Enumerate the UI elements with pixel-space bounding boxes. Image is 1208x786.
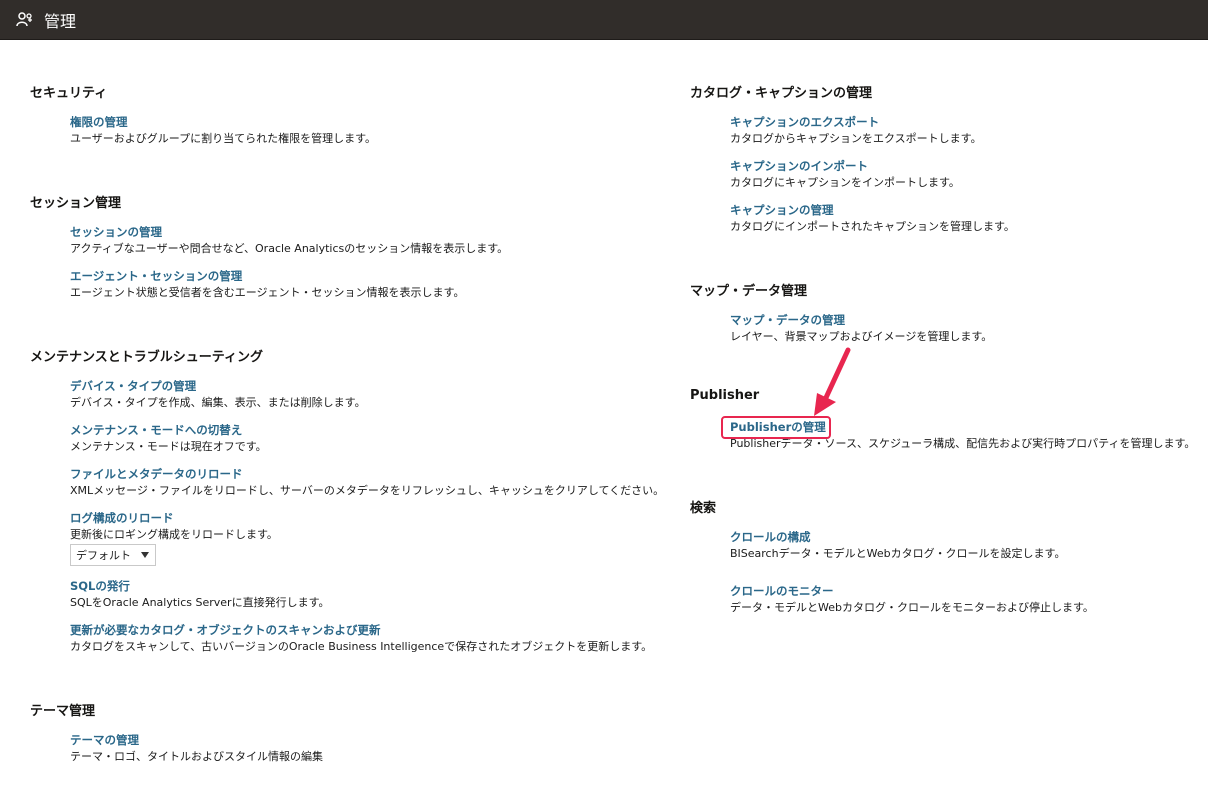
- entry-theme-management: テーマの管理 テーマ・ロゴ、タイトルおよびスタイル情報の編集: [70, 732, 323, 765]
- desc-map-data-management: レイヤー、背景マップおよびイメージを管理します。: [730, 330, 993, 343]
- entry-session-management: セッションの管理 アクティブなユーザーや問合せなど、Oracle Analyti…: [70, 224, 508, 257]
- link-manage-captions[interactable]: キャプションの管理: [730, 202, 1015, 218]
- section-title-map-data: マップ・データ管理: [690, 284, 808, 299]
- desc-import-captions: カタログにキャプションをインポートします。: [730, 176, 960, 189]
- entry-scan-catalog: 更新が必要なカタログ・オブジェクトのスキャンおよび更新 カタログをスキャンして、…: [70, 622, 652, 655]
- desc-scan-catalog: カタログをスキャンして、古いバージョンのOracle Business Inte…: [70, 640, 653, 653]
- link-crawl-config[interactable]: クロールの構成: [730, 529, 1065, 545]
- link-session-management[interactable]: セッションの管理: [70, 224, 508, 240]
- entry-map-data-management: マップ・データの管理 レイヤー、背景マップおよびイメージを管理します。: [730, 312, 992, 345]
- link-agent-session[interactable]: エージェント・セッションの管理: [70, 268, 464, 284]
- link-reload-log-config[interactable]: ログ構成のリロード: [70, 510, 278, 526]
- link-issue-sql[interactable]: SQLの発行: [70, 578, 329, 594]
- entry-maintenance-mode: メンテナンス・モードへの切替え メンテナンス・モードは現在オフです。: [70, 422, 267, 455]
- desc-reload-metadata: XMLメッセージ・ファイルをリロードし、サーバーのメタデータをリフレッシュし、キ…: [70, 484, 665, 497]
- link-scan-catalog[interactable]: 更新が必要なカタログ・オブジェクトのスキャンおよび更新: [70, 622, 652, 638]
- section-title-session: セッション管理: [30, 196, 122, 211]
- page-title: 管理: [44, 11, 77, 31]
- desc-theme-management: テーマ・ロゴ、タイトルおよびスタイル情報の編集: [70, 750, 323, 763]
- link-device-types[interactable]: デバイス・タイプの管理: [70, 378, 366, 394]
- desc-manage-captions: カタログにインポートされたキャプションを管理します。: [730, 220, 1015, 233]
- entry-crawl-monitor: クロールのモニター データ・モデルとWebカタログ・クロールをモニターおよび停止…: [730, 583, 1094, 616]
- entry-crawl-config: クロールの構成 BISearchデータ・モデルとWebカタログ・クロールを設定し…: [730, 529, 1065, 562]
- desc-agent-session: エージェント状態と受信者を含むエージェント・セッション情報を表示します。: [70, 286, 465, 299]
- section-title-maintenance: メンテナンスとトラブルシューティング: [30, 350, 263, 365]
- desc-maintenance-mode: メンテナンス・モードは現在オフです。: [70, 440, 267, 453]
- link-maintenance-mode[interactable]: メンテナンス・モードへの切替え: [70, 422, 267, 438]
- link-reload-metadata[interactable]: ファイルとメタデータのリロード: [70, 466, 664, 482]
- desc-session-management: アクティブなユーザーや問合せなど、Oracle Analyticsのセッション情…: [70, 242, 509, 255]
- annotation-highlight-box: [721, 416, 831, 439]
- section-title-catalog-captions: カタログ・キャプションの管理: [690, 86, 873, 101]
- link-export-captions[interactable]: キャプションのエクスポート: [730, 114, 982, 130]
- log-level-select[interactable]: デフォルト: [70, 544, 156, 566]
- entry-reload-metadata: ファイルとメタデータのリロード XMLメッセージ・ファイルをリロードし、サーバー…: [70, 466, 664, 499]
- top-header-bar: 管理: [0, 0, 1208, 40]
- desc-reload-log-config: 更新後にロギング構成をリロードします。: [70, 528, 278, 541]
- desc-crawl-config: BISearchデータ・モデルとWebカタログ・クロールを設定します。: [730, 547, 1066, 560]
- section-title-search: 検索: [690, 501, 717, 516]
- link-import-captions[interactable]: キャプションのインポート: [730, 158, 960, 174]
- desc-issue-sql: SQLをOracle Analytics Serverに直接発行します。: [70, 596, 330, 609]
- entry-privilege-management: 権限の管理 ユーザーおよびグループに割り当てられた権限を管理します。: [70, 114, 376, 147]
- link-map-data-management[interactable]: マップ・データの管理: [730, 312, 992, 328]
- chevron-down-icon: [141, 552, 149, 558]
- log-level-select-value: デフォルト: [76, 549, 131, 562]
- entry-issue-sql: SQLの発行 SQLをOracle Analytics Serverに直接発行し…: [70, 578, 329, 611]
- entry-manage-captions: キャプションの管理 カタログにインポートされたキャプションを管理します。: [730, 202, 1015, 235]
- section-title-theme: テーマ管理: [30, 704, 96, 719]
- desc-export-captions: カタログからキャプションをエクスポートします。: [730, 132, 982, 145]
- desc-privilege-management: ユーザーおよびグループに割り当てられた権限を管理します。: [70, 132, 377, 145]
- link-theme-management[interactable]: テーマの管理: [70, 732, 323, 748]
- desc-crawl-monitor: データ・モデルとWebカタログ・クロールをモニターおよび停止します。: [730, 601, 1094, 614]
- entry-agent-session: エージェント・セッションの管理 エージェント状態と受信者を含むエージェント・セッ…: [70, 268, 464, 301]
- section-title-publisher: Publisher: [690, 388, 760, 403]
- entry-reload-log-config: ログ構成のリロード 更新後にロギング構成をリロードします。: [70, 510, 278, 543]
- section-title-security: セキュリティ: [30, 86, 108, 101]
- link-crawl-monitor[interactable]: クロールのモニター: [730, 583, 1094, 599]
- users-admin-icon: [16, 11, 32, 26]
- entry-device-types: デバイス・タイプの管理 デバイス・タイプを作成、編集、表示、または削除します。: [70, 378, 366, 411]
- entry-export-captions: キャプションのエクスポート カタログからキャプションをエクスポートします。: [730, 114, 982, 147]
- desc-device-types: デバイス・タイプを作成、編集、表示、または削除します。: [70, 396, 366, 409]
- link-privilege-management[interactable]: 権限の管理: [70, 114, 376, 130]
- entry-import-captions: キャプションのインポート カタログにキャプションをインポートします。: [730, 158, 960, 191]
